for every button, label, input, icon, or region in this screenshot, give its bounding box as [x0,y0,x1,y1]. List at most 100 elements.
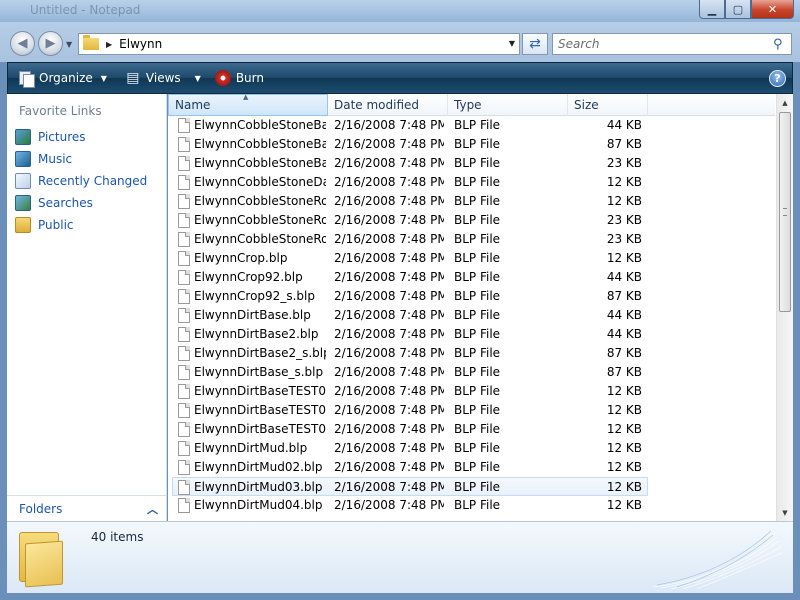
file-row[interactable]: ElwynnCobbleStoneDa... 2/16/2008 7:48 PM B… [168,173,775,192]
file-type: BLP File [454,251,501,265]
public-folder-icon [15,217,31,233]
file-row[interactable]: ElwynnCrop92_s.blp 2/16/2008 7:48 PM BLP F… [168,287,775,306]
refresh-button[interactable]: ⇄ [522,33,548,55]
file-row[interactable]: ElwynnDirtBase.blp 2/16/2008 7:48 PM BLP F… [168,306,775,325]
searches-icon [15,195,31,211]
address-bar[interactable]: ▶ Elwynn ▼ [78,33,520,55]
sidebar-item-recently-changed[interactable]: Recently Changed [15,170,147,192]
file-size: 87 KB [606,289,642,303]
minimize-button[interactable]: ▁ [699,0,725,19]
file-icon [178,365,190,380]
close-button[interactable]: ✕ [751,0,794,19]
recent-pages-dropdown[interactable]: ▼ [66,40,76,50]
file-name: ElwynnCobbleStoneRo... [194,213,326,227]
file-row[interactable]: ElwynnCobbleStoneRo... 2/16/2008 7:48 PM B… [168,192,775,211]
file-size: 23 KB [606,232,642,246]
organize-label: Organize [39,71,93,85]
file-row[interactable]: ElwynnCobbleStoneBa... 2/16/2008 7:48 PM B… [168,154,775,173]
column-header-type[interactable]: Type [448,94,568,116]
file-name: ElwynnDirtBaseTEST02... [194,403,326,417]
column-header-date-modified[interactable]: Date modified [328,94,448,116]
file-size: 12 KB [606,384,642,398]
file-row[interactable]: ElwynnCrop.blp 2/16/2008 7:48 PM BLP File 1… [168,249,775,268]
file-row[interactable]: ElwynnCobbleStoneBa... 2/16/2008 7:48 PM B… [168,116,775,135]
file-date-modified: 2/16/2008 7:48 PM [334,422,444,436]
file-type: BLP File [454,213,501,227]
search-input[interactable] [558,37,773,51]
help-icon[interactable]: ? [769,70,786,87]
file-name: ElwynnCobbleStoneBa... [194,137,326,151]
column-header-size[interactable]: Size [568,94,648,116]
search-icon[interactable]: ⚲ [773,37,791,52]
search-box[interactable]: ⚲ [552,33,792,55]
file-date-modified: 2/16/2008 7:48 PM [334,270,444,284]
recently-changed-icon [15,173,31,189]
file-type: BLP File [454,498,501,512]
breadcrumb-separator-icon[interactable]: ▶ [106,40,112,49]
views-label: Views [145,71,181,85]
minimize-icon: ▁ [707,2,717,16]
file-row[interactable]: ElwynnCobbleStoneRo... 2/16/2008 7:48 PM B… [168,211,775,230]
file-date-modified: 2/16/2008 7:48 PM [334,137,444,151]
file-row[interactable]: ElwynnDirtMud02.blp 2/16/2008 7:48 PM BLP … [168,458,775,477]
scroll-down-arrow-icon[interactable]: ▼ [777,504,793,521]
file-row[interactable]: ElwynnDirtBaseTEST02... 2/16/2008 7:48 PM… [168,401,775,420]
file-size: 12 KB [606,498,642,512]
sidebar-item-public[interactable]: Public [15,214,147,236]
file-row[interactable]: ElwynnDirtMud.blp 2/16/2008 7:48 PM BLP Fi… [168,439,775,458]
close-icon: ✕ [767,2,778,16]
sidebar-item-music[interactable]: Music [15,148,147,170]
column-label: Date modified [334,98,420,112]
vertical-scrollbar[interactable]: ▲ ▼ [776,94,793,521]
address-dropdown-icon[interactable]: ▼ [509,39,515,48]
file-row[interactable]: ElwynnDirtBase2_s.blp 2/16/2008 7:48 PM BL… [168,344,775,363]
title-bar[interactable]: Untitled - Notepad ▁ ▢ ✕ [0,0,800,22]
folder-icon [83,35,99,50]
column-label: Name [175,98,211,112]
file-date-modified: 2/16/2008 7:48 PM [334,384,444,398]
file-row[interactable]: ElwynnDirtBase2.blp 2/16/2008 7:48 PM BLP … [168,325,775,344]
folders-toggle[interactable]: Folders ︿ [7,495,166,521]
file-date-modified: 2/16/2008 7:48 PM [334,365,444,379]
file-row[interactable]: ElwynnDirtMud04.blp 2/16/2008 7:48 PM BLP … [168,496,775,515]
file-name: ElwynnCobbleStoneBa... [194,118,326,132]
address-row: ◀ ▶ ▼ ▶ Elwynn ▼ ⇄ ⚲ [0,22,800,62]
back-button[interactable]: ◀ [10,31,35,56]
file-row[interactable]: ElwynnDirtBaseTEST03... 2/16/2008 7:48 PM… [168,420,775,439]
file-name: ElwynnDirtMud.blp [194,441,308,455]
file-date-modified: 2/16/2008 7:48 PM [334,251,444,265]
file-size: 12 KB [606,480,642,494]
favorite-links-header: Favorite Links [19,104,102,118]
organize-button[interactable]: Organize ▼ [18,70,107,88]
sidebar-item-pictures[interactable]: Pictures [15,126,147,148]
file-row[interactable]: ElwynnDirtMud03.blp 2/16/2008 7:48 PM BLP … [172,477,648,496]
file-row[interactable]: ElwynnDirtBase_s.blp 2/16/2008 7:48 PM BLP… [168,363,775,382]
favorite-links-list: Pictures Music Recently Changed Searches… [15,126,147,236]
column-label: Type [454,98,482,112]
file-row[interactable]: ElwynnCrop92.blp 2/16/2008 7:48 PM BLP Fil… [168,268,775,287]
maximize-button[interactable]: ▢ [725,0,751,19]
chevron-down-icon: ▼ [100,73,107,83]
scrollbar-thumb[interactable] [779,112,791,312]
folder-icon [17,528,63,588]
file-row[interactable]: ElwynnDirtBaseTEST01... 2/16/2008 7:48 PM… [168,382,775,401]
file-row[interactable]: ElwynnCobbleStoneBa... 2/16/2008 7:48 PM B… [168,135,775,154]
file-list: ▲ Name Date modified Type Size ElwynnCob… [168,94,793,521]
file-date-modified: 2/16/2008 7:48 PM [334,498,444,512]
file-size: 44 KB [606,327,642,341]
file-name: ElwynnCobbleStoneRo... [194,232,326,246]
breadcrumb-elwynn[interactable]: Elwynn [119,37,162,51]
views-button[interactable]: ▤ Views ▼ [125,70,201,86]
forward-button[interactable]: ▶ [38,31,63,56]
column-header-name[interactable]: ▲ Name [168,94,328,116]
file-row[interactable]: ElwynnCobbleStoneRo... 2/16/2008 7:48 PM B… [168,230,775,249]
file-type: BLP File [454,403,501,417]
sidebar-item-searches[interactable]: Searches [15,192,147,214]
file-date-modified: 2/16/2008 7:48 PM [334,346,444,360]
file-icon [178,327,190,342]
burn-button[interactable]: Burn [214,70,264,86]
back-arrow-icon: ◀ [17,36,28,51]
file-name: ElwynnCrop.blp [194,251,288,265]
file-size: 23 KB [606,213,642,227]
scroll-up-arrow-icon[interactable]: ▲ [777,94,793,111]
